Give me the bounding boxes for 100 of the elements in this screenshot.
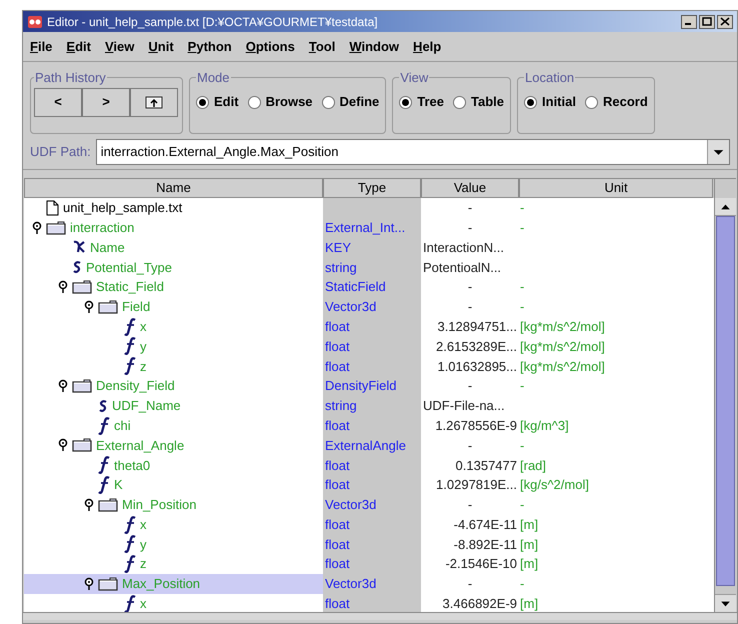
tree-node[interactable]: theta0 [24, 455, 323, 476]
column-header[interactable]: Name [24, 179, 323, 198]
minimize-button[interactable] [681, 14, 697, 28]
function-icon [124, 555, 136, 574]
function-icon [124, 357, 136, 376]
tree-node[interactable]: interraction [24, 218, 323, 238]
column-header[interactable]: Value [421, 179, 519, 198]
up-button[interactable] [130, 88, 178, 116]
tree-node[interactable]: x [24, 594, 323, 612]
node-label: K [114, 476, 123, 494]
node-label: y [140, 338, 146, 356]
tree-node[interactable]: Name [24, 238, 323, 258]
tree-node[interactable]: x [24, 316, 323, 337]
column-header[interactable]: Unit [519, 179, 713, 198]
node-toggle-icon[interactable] [58, 379, 68, 394]
tree-node[interactable]: K [24, 475, 323, 495]
maximize-button[interactable] [699, 14, 715, 28]
node-label: Name [90, 238, 125, 257]
tree-node[interactable]: Max_Position [24, 574, 323, 594]
node-toggle-icon[interactable] [32, 220, 42, 235]
tree-node[interactable]: y [24, 336, 323, 356]
node-label: Static_Field [96, 278, 164, 296]
value-cell-text: - [468, 218, 472, 237]
type-cell: float [323, 534, 421, 554]
radio-button[interactable] [196, 96, 209, 108]
type-cell: string [323, 257, 421, 278]
tree-node[interactable]: Min_Position [24, 494, 323, 515]
node-toggle-icon[interactable] [84, 577, 94, 592]
radio-button[interactable] [453, 96, 466, 108]
node-label: Field [122, 298, 150, 316]
value-cell-text: - [468, 496, 472, 514]
radio-button[interactable] [524, 96, 538, 108]
value-cell-text: 3.12894751... [437, 318, 517, 336]
unit-cell-text: - [520, 575, 524, 594]
tree-node[interactable]: UDF_Name [24, 396, 323, 416]
menu-item[interactable]: Edit [66, 36, 91, 56]
vertical-scrollbar[interactable] [714, 179, 736, 612]
menu-item[interactable]: Window [349, 36, 400, 56]
folder-icon [72, 280, 92, 294]
menu-item[interactable]: Python [188, 36, 232, 56]
node-label: z [140, 555, 146, 574]
menu-item[interactable]: Tool [308, 36, 336, 56]
close-button[interactable] [717, 14, 733, 28]
function-icon [98, 476, 110, 494]
radio-button[interactable] [248, 96, 261, 108]
scroll-up-icon[interactable] [715, 198, 736, 216]
folder-icon [46, 220, 66, 235]
menu-item[interactable]: View [104, 36, 134, 56]
node-label: x [140, 595, 146, 612]
tree-node[interactable]: z [24, 356, 323, 376]
tree-node[interactable]: x [24, 514, 323, 535]
nav-button[interactable]: < [34, 88, 82, 116]
column-header[interactable]: Type [323, 179, 421, 198]
scroll-thumb[interactable] [716, 216, 735, 586]
tree-node[interactable]: Static_Field [24, 277, 323, 297]
folder-icon [98, 577, 118, 592]
group-title: Mode [196, 69, 231, 87]
node-toggle-icon[interactable] [84, 498, 94, 512]
menu-item[interactable]: Unit [148, 36, 174, 56]
radio-button[interactable] [399, 96, 412, 108]
tree-node[interactable]: Field [24, 296, 323, 317]
menu-item[interactable]: Options [246, 36, 295, 56]
tree-node[interactable]: y [24, 534, 323, 554]
tree-node[interactable]: chi [24, 416, 323, 436]
node-toggle-icon[interactable] [58, 438, 68, 452]
close-icon [720, 17, 730, 26]
type-cell: float [323, 356, 421, 376]
unit-cell-text: - [520, 496, 524, 514]
node-label: y [140, 536, 146, 554]
menu-item[interactable]: Help [413, 36, 442, 56]
scroll-down-icon[interactable] [715, 594, 736, 612]
unit-cell-text: [m] [520, 516, 538, 534]
menu-item[interactable]: File [30, 36, 52, 56]
type-cell: External_Int... [323, 218, 421, 238]
type-cell: KEY [323, 238, 421, 258]
radio-label: Record [602, 93, 648, 112]
tree-node[interactable]: External_Angle [24, 436, 323, 456]
node-label: interraction [70, 218, 134, 237]
value-cell-text: - [468, 298, 472, 316]
type-cell: float [323, 336, 421, 356]
value-cell-text: - [468, 436, 472, 455]
tree-node[interactable]: z [24, 554, 323, 574]
function-icon [98, 416, 110, 435]
tree-node[interactable]: unit_help_sample.txt [24, 198, 323, 218]
function-icon [124, 318, 136, 336]
tree-node[interactable]: Potential_Type [24, 257, 323, 278]
unit-cell-text: [rad] [520, 456, 546, 475]
nav-button[interactable]: > [82, 88, 130, 116]
unit-cell-text: - [520, 377, 524, 396]
radio-button[interactable] [322, 96, 335, 108]
radio-button[interactable] [584, 96, 598, 108]
radio-label: Define [340, 93, 380, 112]
node-label: x [140, 318, 146, 336]
tree-node[interactable]: Density_Field [24, 376, 323, 396]
node-toggle-icon[interactable] [58, 280, 68, 294]
unit-cell-text: [kg/s^2/mol] [520, 476, 589, 494]
value-cell-text: PotentioalN... [423, 258, 502, 277]
unit-cell-text: - [520, 436, 524, 455]
node-toggle-icon[interactable] [84, 300, 94, 314]
udf-path-combo[interactable]: interraction.External_Angle.Max_Position [96, 138, 730, 164]
